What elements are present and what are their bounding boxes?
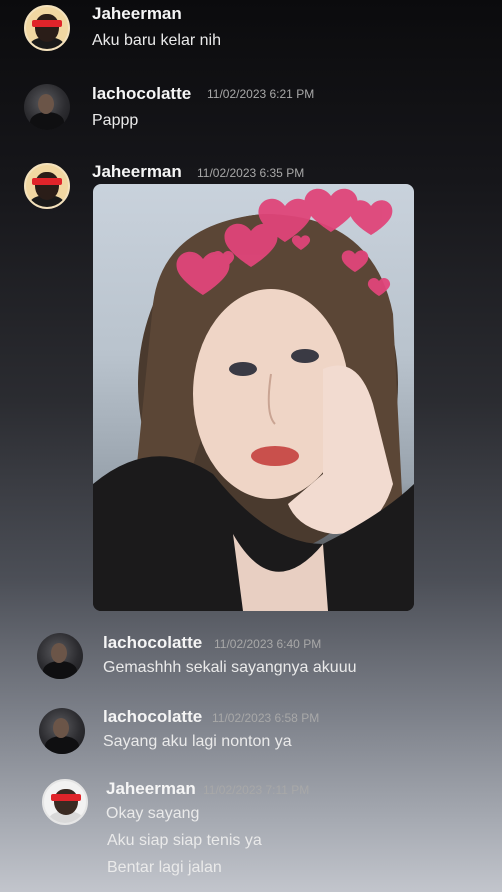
message-text: Pappp bbox=[92, 112, 139, 129]
username[interactable]: lachocolatte bbox=[103, 707, 202, 727]
photo-attachment[interactable] bbox=[93, 184, 414, 611]
avatar-jaheerman[interactable] bbox=[24, 163, 70, 209]
portrait-image bbox=[93, 188, 414, 611]
avatar-lachocolatte[interactable] bbox=[37, 633, 83, 679]
message-text: Aku siap siap tenis ya bbox=[107, 832, 262, 849]
username[interactable]: Jaheerman bbox=[92, 162, 182, 182]
message-text: Sayang aku lagi nonton ya bbox=[103, 733, 292, 750]
username[interactable]: lachocolatte bbox=[92, 84, 191, 104]
message-text: Bentar lagi jalan bbox=[107, 859, 222, 876]
timestamp: 11/02/2023 7:11 PM bbox=[203, 783, 310, 797]
username[interactable]: Jaheerman bbox=[92, 4, 182, 24]
avatar-jaheerman[interactable] bbox=[42, 779, 88, 825]
message-text: Gemashhh sekali sayangnya akuuu bbox=[103, 659, 357, 676]
timestamp: 11/02/2023 6:35 PM bbox=[197, 166, 305, 180]
message-text: Aku baru kelar nih bbox=[92, 32, 221, 49]
avatar-lachocolatte[interactable] bbox=[39, 708, 85, 754]
username[interactable]: Jaheerman bbox=[106, 779, 196, 799]
username[interactable]: lachocolatte bbox=[103, 633, 202, 653]
avatar-jaheerman[interactable] bbox=[24, 5, 70, 51]
timestamp: 11/02/2023 6:58 PM bbox=[212, 711, 320, 725]
timestamp: 11/02/2023 6:21 PM bbox=[207, 87, 315, 101]
message-text: Okay sayang bbox=[106, 805, 200, 822]
avatar-lachocolatte[interactable] bbox=[24, 84, 70, 130]
timestamp: 11/02/2023 6:40 PM bbox=[214, 637, 322, 651]
